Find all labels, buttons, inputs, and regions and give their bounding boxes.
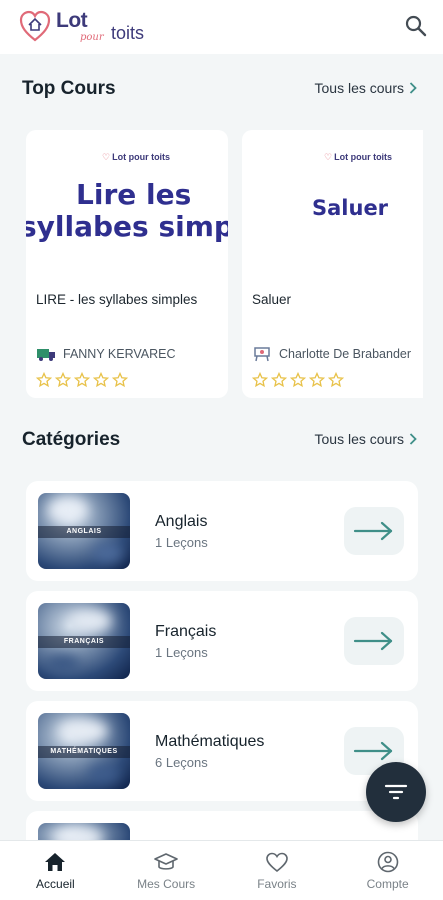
nav-item-accueil[interactable]: Accueil — [0, 841, 111, 900]
logo-text-toits: toits — [111, 23, 145, 43]
star-outline-icon — [290, 372, 306, 388]
graduation-cap-icon — [154, 853, 178, 870]
top-courses-title: Top Cours — [22, 78, 116, 99]
nav-item-favoris[interactable]: Favoris — [222, 841, 333, 900]
star-outline-icon — [55, 372, 71, 388]
author-avatar-icon — [37, 349, 55, 361]
rating-stars — [36, 372, 128, 388]
category-lesson-count: 6 Leçons — [155, 755, 208, 770]
category-thumbnail — [38, 823, 130, 840]
category-card-francais[interactable]: FRANÇAIS Français 1 Leçons — [26, 591, 418, 691]
course-author: FANNY KERVAREC — [36, 346, 176, 362]
course-title: Saluer — [252, 292, 292, 307]
chevron-right-icon — [409, 82, 417, 94]
arrow-right-icon — [353, 741, 393, 761]
arrow-right-icon — [353, 631, 393, 651]
category-thumbnail: FRANÇAIS — [38, 603, 130, 679]
app-logo[interactable]: Lot pour toits — [18, 7, 148, 47]
filter-fab-button[interactable] — [366, 762, 426, 822]
categories-title: Catégories — [22, 429, 121, 450]
thumbnail-logo: ♡ Lot pour toits — [324, 152, 393, 162]
rating-stars — [252, 372, 344, 388]
author-name: Charlotte De Brabander — [279, 347, 412, 361]
star-outline-icon — [271, 372, 287, 388]
logo-heart-icon — [19, 10, 51, 42]
nav-label: Accueil — [36, 877, 75, 891]
bottom-navigation: Accueil Mes Cours Favoris Compte — [0, 840, 443, 900]
top-courses-see-all-link[interactable]: Tous les cours — [315, 80, 417, 96]
nav-item-compte[interactable]: Compte — [332, 841, 443, 900]
thumbnail-title-line2: syllabes simples — [26, 210, 228, 243]
category-name: Français — [155, 623, 217, 640]
category-thumbnail: ANGLAIS — [38, 493, 130, 569]
author-avatar-icon — [254, 347, 270, 362]
thumbnail-title: Saluer — [312, 196, 389, 220]
star-outline-icon — [93, 372, 109, 388]
course-card[interactable]: ♡ Lot pour toits Saluer Saluer Charlotte … — [242, 130, 423, 398]
thumbnail-logo: ♡ Lot pour toits — [102, 152, 171, 162]
thumbnail-title-line1: Lire les — [76, 178, 192, 211]
open-category-button[interactable] — [344, 507, 404, 555]
see-all-label: Tous les cours — [314, 80, 404, 96]
star-outline-icon — [328, 372, 344, 388]
category-card-anglais[interactable]: ANGLAIS Anglais 1 Leçons — [26, 481, 418, 581]
star-outline-icon — [112, 372, 128, 388]
course-thumbnail: ♡ Lot pour toits Saluer — [242, 130, 423, 265]
category-lesson-count: 1 Leçons — [155, 535, 208, 550]
star-outline-icon — [36, 372, 52, 388]
star-outline-icon — [252, 372, 268, 388]
chevron-right-icon — [409, 433, 417, 445]
open-category-button[interactable] — [344, 617, 404, 665]
course-author: Charlotte De Brabander — [252, 346, 411, 362]
category-thumbnail-label: ANGLAIS — [66, 528, 102, 535]
category-thumbnail: MATHÉMATIQUES — [38, 713, 130, 789]
see-all-label: Tous les cours — [314, 431, 404, 447]
category-thumbnail-label: FRANÇAIS — [63, 638, 105, 645]
category-card-partial[interactable] — [26, 811, 418, 840]
nav-label: Compte — [366, 877, 409, 891]
course-card[interactable]: ♡Lot pour toits Lire les syllabes simple… — [26, 130, 228, 398]
arrow-right-icon — [353, 521, 393, 541]
account-icon — [377, 851, 398, 873]
author-name: FANNY KERVAREC — [63, 347, 176, 361]
search-button[interactable] — [403, 13, 429, 39]
search-icon — [405, 15, 427, 37]
app-header: Lot pour toits — [0, 0, 443, 54]
nav-label: Favoris — [257, 877, 297, 891]
category-name: Mathématiques — [155, 733, 265, 750]
category-lesson-count: 1 Leçons — [155, 645, 208, 660]
nav-label: Mes Cours — [137, 877, 196, 891]
logo-text-lot: Lot — [56, 9, 88, 32]
category-thumbnail-label: MATHÉMATIQUES — [50, 748, 118, 755]
star-outline-icon — [74, 372, 90, 388]
star-outline-icon — [309, 372, 325, 388]
logo-text-pour: pour — [80, 32, 104, 43]
categories-see-all-link[interactable]: Tous les cours — [315, 431, 417, 447]
filter-icon — [384, 784, 408, 800]
course-title: LIRE - les syllabes simples — [36, 292, 198, 307]
home-icon — [45, 853, 66, 871]
course-thumbnail: ♡Lot pour toits Lire les syllabes simple… — [26, 130, 228, 265]
nav-item-mes-cours[interactable]: Mes Cours — [111, 841, 222, 900]
heart-icon — [266, 852, 288, 873]
category-card-mathematiques[interactable]: MATHÉMATIQUES Mathématiques 6 Leçons — [26, 701, 418, 801]
category-name: Anglais — [155, 513, 208, 530]
